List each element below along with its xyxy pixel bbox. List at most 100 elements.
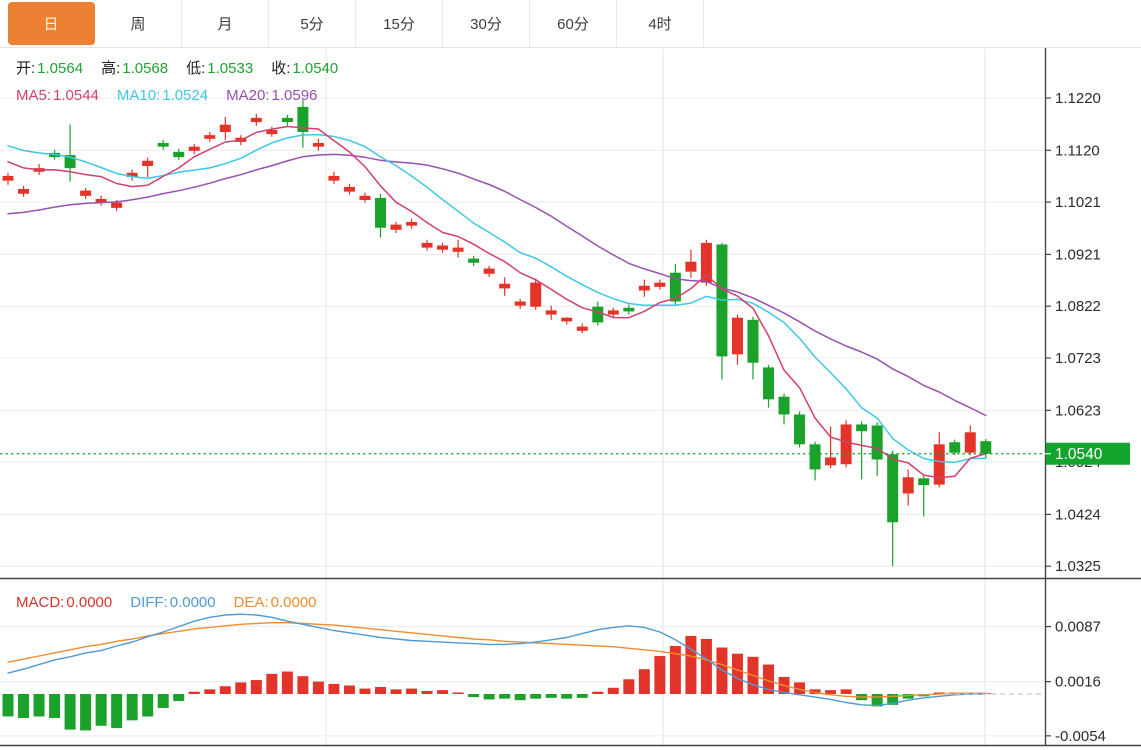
macd-histogram-bar	[33, 694, 45, 717]
candle-down	[778, 396, 790, 415]
macd-tick-label: -0.0054	[1055, 728, 1106, 745]
macd-histogram-bar	[142, 694, 154, 717]
candle-down	[592, 306, 604, 323]
legend-ma-item-ma20: MA20: 1.0596	[226, 87, 317, 105]
macd-histogram-bar	[561, 694, 573, 699]
price-tick-label: 1.1120	[1055, 142, 1100, 159]
last-price-badge-label: 1.0540	[1055, 446, 1103, 463]
candle-up	[933, 444, 945, 485]
low-label: 低:	[186, 60, 206, 77]
macd-histogram-bar	[64, 694, 76, 730]
candle-down	[871, 425, 883, 460]
candle-down	[157, 142, 169, 147]
ma-legend: MA5: 1.0544 MA10: 1.0524 MA20: 1.0596	[16, 87, 317, 105]
candle-down	[623, 307, 635, 312]
chart-canvas[interactable]: 1.1220 1.1120 1.1021 1.0921 1.0822 1.0723 1.06…	[0, 0, 1141, 750]
macd-histogram-bar	[80, 694, 92, 731]
price-tick-label: 1.0325	[1055, 558, 1101, 575]
ma5-line	[7, 125, 987, 479]
candle-up	[2, 175, 14, 181]
candle-down	[949, 442, 961, 453]
candle-up	[421, 242, 433, 248]
ma20-label: MA20:	[226, 87, 270, 104]
candle-down	[173, 151, 185, 158]
legend-macd-item-dea: DEA: 0.0000	[234, 594, 317, 612]
candle-down	[980, 441, 992, 454]
macd-histogram-bar	[530, 694, 542, 699]
macd-histogram-bar	[592, 691, 604, 694]
macd-histogram-bar	[49, 694, 61, 719]
macd-histogram-bar	[173, 694, 185, 701]
macd-histogram-bar	[685, 635, 697, 694]
price-tick-label: 1.0424	[1055, 506, 1101, 523]
macd-histogram-bar	[343, 685, 355, 694]
candle-up	[80, 190, 92, 196]
macd-histogram-bar	[374, 687, 386, 694]
macd-histogram-bar	[623, 679, 635, 694]
candle-up	[406, 221, 418, 226]
macd-histogram-bar	[126, 694, 138, 721]
ma5-value: 1.0544	[53, 87, 99, 104]
legend-ohlc-item-high: 高: 1.0568	[101, 60, 168, 78]
macd-histogram-bar	[452, 692, 464, 694]
candle-up	[437, 245, 449, 250]
legend-ohlc-item-close: 收: 1.0540	[271, 60, 338, 78]
candle-up	[530, 282, 542, 307]
ohlc-legend: 开: 1.0564 高: 1.0568 低: 1.0533 收: 1.0540	[16, 60, 338, 78]
macd-histogram-bar	[219, 686, 231, 694]
candle-up	[638, 285, 650, 291]
macd-histogram-bar	[825, 690, 837, 694]
macd-histogram-bar	[731, 653, 743, 694]
ma10-value: 1.0524	[162, 87, 209, 104]
macd-histogram-bar	[312, 681, 324, 694]
macd-histogram-bar	[328, 683, 340, 694]
close-label: 收:	[271, 60, 291, 77]
high-label: 高:	[101, 60, 121, 77]
candle-up	[576, 326, 588, 331]
macd-histogram-bar	[514, 694, 526, 701]
macd-histogram-bar	[204, 689, 216, 694]
price-tick-label: 1.0723	[1055, 350, 1101, 367]
candle-down	[794, 414, 806, 445]
macd-histogram-bar	[18, 694, 30, 719]
candle-up	[545, 310, 557, 315]
candle-up	[654, 282, 666, 287]
macd-label: MACD:	[16, 594, 65, 611]
macd-histogram-bar	[545, 694, 557, 698]
legend-ma-item-ma10: MA10: 1.0524	[117, 87, 208, 105]
close-value: 1.0540	[292, 60, 339, 77]
low-value: 1.0533	[207, 60, 254, 77]
candle-up	[840, 424, 852, 465]
candle-up	[219, 124, 231, 133]
candle-down	[281, 117, 293, 123]
macd-histogram-bar	[607, 687, 619, 694]
candle-up	[561, 317, 573, 322]
macd-value: 0.0000	[66, 594, 113, 611]
legend-ohlc-item-low: 低: 1.0533	[186, 60, 253, 78]
candle-up	[111, 202, 123, 208]
macd-legend: MACD: 0.0000 DIFF: 0.0000 DEA: 0.0000	[16, 594, 317, 612]
candle-up	[483, 268, 495, 274]
ma5-label: MA5:	[16, 87, 52, 104]
candle-up	[390, 224, 402, 230]
macd-histogram-bar	[95, 694, 107, 726]
ma20-line	[7, 153, 987, 417]
price-tick-label: 1.0921	[1055, 246, 1101, 263]
ma10-line	[7, 133, 987, 464]
candle-up	[731, 317, 743, 355]
diff-value: 0.0000	[169, 594, 216, 611]
candle-up	[964, 432, 976, 453]
macd-histogram-bar	[188, 691, 200, 694]
candle-up	[685, 261, 697, 272]
macd-histogram-bar	[406, 688, 418, 694]
candle-up	[204, 135, 216, 139]
macd-histogram-bar	[250, 680, 262, 694]
macd-tick-label: 0.0087	[1055, 619, 1101, 636]
candle-down	[856, 424, 868, 432]
macd-histogram-bar	[700, 638, 712, 694]
candle-down	[887, 454, 899, 523]
macd-histogram-bar	[235, 682, 247, 694]
macd-histogram-bar	[468, 694, 480, 698]
price-tick-label: 1.0623	[1055, 402, 1101, 419]
macd-histogram-bar	[483, 694, 495, 700]
